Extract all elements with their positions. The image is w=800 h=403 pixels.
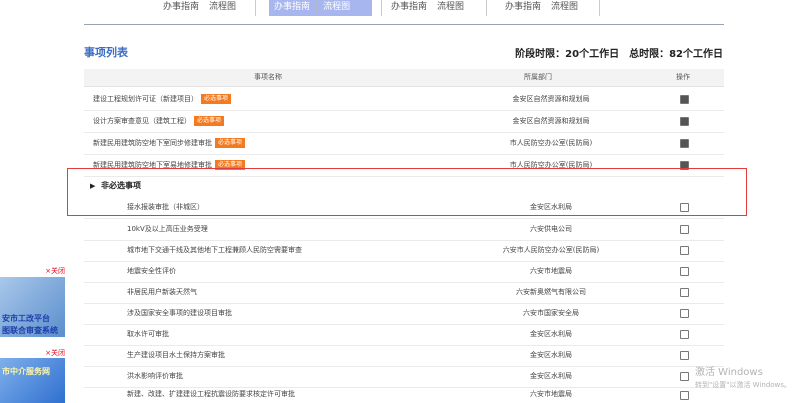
ad-line-1: 市中介服务网 [2, 367, 50, 376]
tab-divider [599, 0, 600, 16]
row-checkbox[interactable] [680, 391, 689, 400]
tab-group-4[interactable]: 办事指南 流程图 [500, 0, 583, 16]
row-name: 新建民用建筑防空地下室同步修建审批 必选事项 [93, 132, 246, 154]
row-checkbox[interactable] [680, 246, 689, 255]
stage-limit: 阶段时限：20个工作日 [515, 49, 620, 60]
tab-guide-label[interactable]: 办事指南 [269, 0, 315, 14]
tab-divider [255, 0, 256, 16]
table-row: 新建、改建、扩建建设工程抗震设防要求核定许可审批 六安市地震局 [84, 386, 724, 403]
header-dept: 所属部门 [524, 73, 552, 81]
table-row: 10kV及以上高压业务受理 六安供电公司 [84, 218, 724, 241]
watermark-line-1: 激活 Windows [695, 367, 763, 378]
row-checkbox[interactable] [680, 225, 689, 234]
row-name: 新建、改建、扩建建设工程抗震设防要求核定许可审批 [127, 390, 295, 398]
tab-guide-label[interactable]: 办事指南 [158, 0, 204, 14]
row-name: 10kV及以上高压业务受理 [127, 225, 208, 233]
page: 办事指南 流程图 办事指南 | 流程图 办事指南 流程图 办事指南 流程图 事项列表 阶段… [0, 0, 800, 403]
table-row: 洪水影响评价审批 金安区水利局 [84, 365, 724, 388]
row-dept: 金安区水利局 [530, 330, 572, 338]
tab-divider [486, 0, 487, 16]
row-dept: 六安市人民防空办公室(民防局) [502, 246, 600, 254]
watermark-line-2: 转到"设置"以激活 Windows。 [695, 381, 791, 389]
table-row: 地震安全性评价 六安市地震局 [84, 260, 724, 283]
table-row: 涉及国家安全事项的建设项目审批 六安市国家安全局 [84, 302, 724, 325]
row-name: 城市地下交通干线及其他地下工程兼顾人民防空需要审查 [127, 246, 302, 254]
header-op: 操作 [676, 73, 690, 81]
row-name: 设计方案审查意见（建筑工程） 必选事项 [93, 110, 225, 132]
tab-flow-label[interactable]: 流程图 [204, 0, 241, 14]
table-row: 设计方案审查意见（建筑工程） 必选事项 金安区自然资源和规划局 [84, 110, 724, 133]
ad-banner[interactable]: 安市工改平台 图联合审查系统 [0, 277, 65, 337]
table-row: 建设工程规划许可证（新建项目） 必选事项 金安区自然资源和规划局 [84, 88, 724, 111]
row-dept: 市人民防空办公室(民防局) [509, 139, 593, 147]
row-name: 非居民用户新装天然气 [127, 288, 197, 296]
row-checkbox[interactable] [680, 267, 689, 276]
row-checkbox[interactable] [680, 351, 689, 360]
top-divider [84, 24, 724, 25]
row-checkbox[interactable] [680, 288, 689, 297]
ad-banner[interactable]: 市中介服务网 [0, 358, 65, 403]
header-name: 事项名称 [254, 73, 282, 81]
tab-group-1[interactable]: 办事指南 流程图 [158, 0, 241, 16]
table-row: 生产建设项目水土保持方案审批 金安区水利局 [84, 344, 724, 367]
row-checkbox[interactable] [680, 95, 689, 104]
row-checkbox[interactable] [680, 309, 689, 318]
row-checkbox[interactable] [680, 117, 689, 126]
row-checkbox[interactable] [680, 139, 689, 148]
tab-flow-label[interactable]: 流程图 [318, 0, 355, 14]
required-badge: 必选事项 [201, 94, 232, 104]
highlight-box [67, 168, 747, 216]
ad-line-1: 安市工改平台 [2, 314, 50, 323]
row-name: 洪水影响评价审批 [127, 372, 183, 380]
tab-guide-label[interactable]: 办事指南 [500, 0, 546, 14]
table-row: 取水许可审批 金安区水利局 [84, 323, 724, 346]
table-header: 事项名称 所属部门 操作 [84, 69, 724, 87]
row-dept: 六安市地震局 [530, 267, 572, 275]
row-dept: 金安区水利局 [530, 351, 572, 359]
required-badge: 必选事项 [194, 116, 225, 126]
ad-close-button[interactable]: ×关闭 [45, 266, 65, 276]
row-name: 取水许可审批 [127, 330, 169, 338]
row-dept: 金安区自然资源和规划局 [512, 95, 590, 103]
tab-guide-label[interactable]: 办事指南 [386, 0, 432, 14]
tab-flow-label[interactable]: 流程图 [432, 0, 469, 14]
row-name: 生产建设项目水土保持方案审批 [127, 351, 225, 359]
ad-line-2: 图联合审查系统 [2, 326, 58, 335]
ad-close-button[interactable]: ×关闭 [45, 348, 65, 358]
row-name: 涉及国家安全事项的建设项目审批 [127, 309, 232, 317]
tab-group-3[interactable]: 办事指南 流程图 [386, 0, 469, 16]
required-badge: 必选事项 [215, 138, 246, 148]
table-row: 新建民用建筑防空地下室同步修建审批 必选事项 市人民防空办公室(民防局) [84, 132, 724, 155]
table-row: 非居民用户新装天然气 六安新奥燃气有限公司 [84, 281, 724, 304]
floating-ad-1[interactable]: ×关闭 安市工改平台 图联合审查系统 [0, 266, 65, 348]
row-name-text: 建设工程规划许可证（新建项目） [93, 95, 198, 103]
section-title: 事项列表 [84, 46, 128, 59]
tab-divider [381, 0, 382, 16]
total-limit: 总时限：82个工作日 [629, 49, 723, 60]
windows-activation-watermark: 激活 Windows 转到"设置"以激活 Windows。 [695, 363, 791, 390]
row-dept: 六安市国家安全局 [523, 309, 579, 317]
row-dept: 六安市地震局 [530, 390, 572, 398]
row-dept: 金安区自然资源和规划局 [512, 117, 590, 125]
row-name-text: 设计方案审查意见（建筑工程） [93, 117, 191, 125]
tab-group-2-active[interactable]: 办事指南 | 流程图 [269, 0, 372, 16]
tab-strip: 办事指南 流程图 办事指南 | 流程图 办事指南 流程图 办事指南 流程图 [150, 0, 610, 16]
row-checkbox[interactable] [680, 330, 689, 339]
time-limits: 阶段时限：20个工作日 总时限：82个工作日 [505, 45, 723, 60]
tab-flow-label[interactable]: 流程图 [546, 0, 583, 14]
row-dept: 六安新奥燃气有限公司 [516, 288, 586, 296]
table-row: 城市地下交通干线及其他地下工程兼顾人民防空需要审查 六安市人民防空办公室(民防局… [84, 239, 724, 262]
row-name: 地震安全性评价 [127, 267, 176, 275]
row-checkbox[interactable] [680, 372, 689, 381]
row-name: 建设工程规划许可证（新建项目） 必选事项 [93, 88, 232, 110]
floating-ad-2[interactable]: ×关闭 市中介服务网 [0, 348, 65, 403]
row-dept: 六安供电公司 [530, 225, 572, 233]
row-dept: 金安区水利局 [530, 372, 572, 380]
row-name-text: 新建民用建筑防空地下室同步修建审批 [93, 139, 212, 147]
